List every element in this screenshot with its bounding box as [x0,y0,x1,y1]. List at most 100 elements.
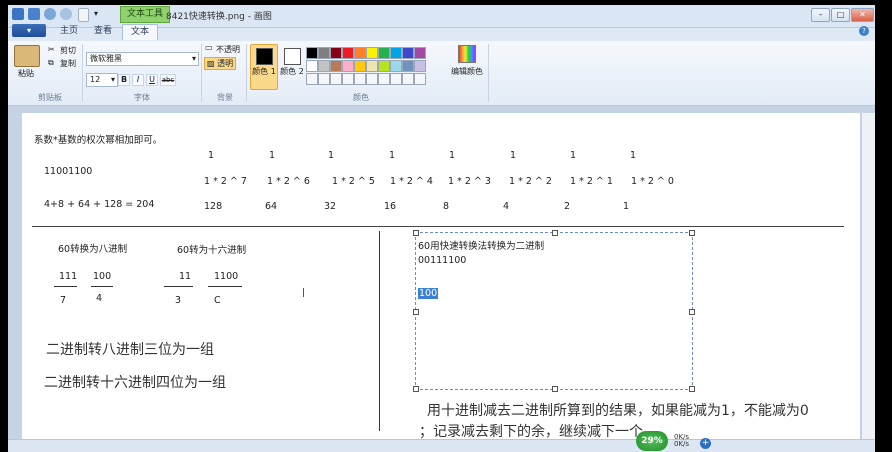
paste-label[interactable]: 粘贴 [18,68,34,79]
edit-colors-button[interactable]: 编辑颜色 [450,45,484,77]
opaque-icon[interactable]: ▭ [205,43,213,52]
explanation-line-2: ；记录减去剩下的余，继续减下一个 [419,424,643,440]
color-swatch[interactable] [414,60,426,72]
paste-icon[interactable] [14,45,40,67]
empty-color-swatch[interactable] [306,73,318,85]
octal-group: 100 [93,271,112,282]
minimize-button[interactable]: – [811,8,830,22]
redo-icon[interactable] [60,8,72,20]
resize-handle[interactable] [413,386,419,392]
color-swatch[interactable] [390,60,402,72]
power-term: 1 * 2 ^ 7 [204,176,247,187]
colors-group-label: 颜色 [353,93,369,102]
color-swatch[interactable] [306,47,318,59]
progress-badge[interactable]: 29% [636,431,668,451]
help-icon[interactable]: ? [859,26,869,36]
transparent-icon: ▨ [207,59,215,68]
font-family-select[interactable]: 微软雅黑 ▾ [86,52,199,66]
resize-handle[interactable] [413,230,419,236]
empty-color-swatch[interactable] [354,73,366,85]
underline-mark [54,286,77,287]
color-swatch[interactable] [306,60,318,72]
transparent-button[interactable]: ▨ 透明 [204,57,237,70]
coefficient-value: 1 [630,150,637,161]
cut-button[interactable]: 剪切 [60,45,76,56]
app-menu-button[interactable]: ▾ [12,24,46,37]
transparent-label: 透明 [217,59,234,68]
color2-button[interactable]: 颜色 2 [278,44,306,90]
context-tab-text-tools: 文本工具 [120,6,171,23]
resize-handle[interactable] [552,230,558,236]
tab-text[interactable]: 文本 [122,24,159,40]
new-document-icon[interactable] [78,8,89,22]
color-swatch[interactable] [354,47,366,59]
selected-text[interactable]: 100 [418,288,439,299]
status-bar [8,439,875,452]
hex-group: 11 [179,271,192,282]
resize-handle[interactable] [552,386,558,392]
color-swatch[interactable] [402,47,414,59]
tab-view[interactable]: 查看 [86,24,120,39]
color-swatch[interactable] [366,60,378,72]
empty-color-swatch[interactable] [330,73,342,85]
canvas[interactable]: 系数*基数的权次幂相加即可。 11001100 4+8 + 64 + 128 =… [22,113,860,440]
ribbon: 粘贴 ✂ 剪切 ⧉ 复制 剪贴板 微软雅黑 ▾ 12 ▾ B I U abc 字… [8,41,875,106]
color-swatch[interactable] [378,47,390,59]
vertical-scrollbar[interactable] [861,113,875,439]
color-swatch[interactable] [342,47,354,59]
opaque-button[interactable]: 不透明 [216,44,240,55]
color-swatch[interactable] [414,47,426,59]
save-icon[interactable] [28,8,40,20]
font-size-select[interactable]: 12 ▾ [86,73,118,87]
canvas-area: 系数*基数的权次幂相加即可。 11001100 4+8 + 64 + 128 =… [8,106,875,452]
selected-text-line: 100 [418,288,439,299]
tab-home[interactable]: 主页 [52,24,86,39]
strikethrough-button[interactable]: abc [160,74,176,86]
hex-group: 1100 [214,271,239,282]
color-swatch[interactable] [366,47,378,59]
resize-handle[interactable] [689,386,695,392]
color-swatch[interactable] [402,60,414,72]
download-speed: 0K/s [674,440,690,448]
empty-color-swatch[interactable] [318,73,330,85]
plus-icon[interactable]: + [700,438,711,449]
undo-icon[interactable] [44,8,56,20]
color-swatch[interactable] [378,60,390,72]
color-swatch[interactable] [342,60,354,72]
hex-digit: 3 [175,295,182,306]
bold-button[interactable]: B [118,74,130,86]
color1-label: 颜色 1 [252,67,276,76]
quick-access-dropdown-icon[interactable]: ▾ [94,8,106,20]
text-selection-box[interactable]: 60用快速转换法转换为二进制 00111100 100 [413,230,695,392]
resize-handle[interactable] [413,309,419,315]
ribbon-divider [488,44,489,102]
copy-button[interactable]: 复制 [60,58,76,69]
empty-color-swatch[interactable] [378,73,390,85]
empty-color-swatch[interactable] [414,73,426,85]
maximize-button[interactable]: □ [831,8,850,22]
color-swatch[interactable] [318,47,330,59]
color-swatch[interactable] [354,60,366,72]
empty-color-swatch[interactable] [342,73,354,85]
underline-mark [208,286,242,287]
fast-binary: 00111100 [418,255,467,266]
underline-button[interactable]: U [146,74,158,86]
empty-color-swatch[interactable] [390,73,402,85]
underline-mark [164,286,193,287]
color1-button[interactable]: 颜色 1 [250,44,278,90]
resize-handle[interactable] [689,309,695,315]
empty-color-swatch[interactable] [366,73,378,85]
scissors-icon[interactable]: ✂ [48,45,55,54]
resize-handle[interactable] [689,230,695,236]
italic-button[interactable]: I [132,74,144,86]
empty-color-swatch[interactable] [402,73,414,85]
edit-colors-label: 编辑颜色 [451,67,483,76]
copy-icon[interactable]: ⧉ [48,58,54,68]
octal-digit: 7 [60,295,67,306]
color-swatch[interactable] [390,47,402,59]
color-swatch[interactable] [318,60,330,72]
paint-app-icon[interactable] [12,8,24,20]
color-swatch[interactable] [330,47,342,59]
color-swatch[interactable] [330,60,342,72]
close-button[interactable]: ✕ [851,8,874,22]
